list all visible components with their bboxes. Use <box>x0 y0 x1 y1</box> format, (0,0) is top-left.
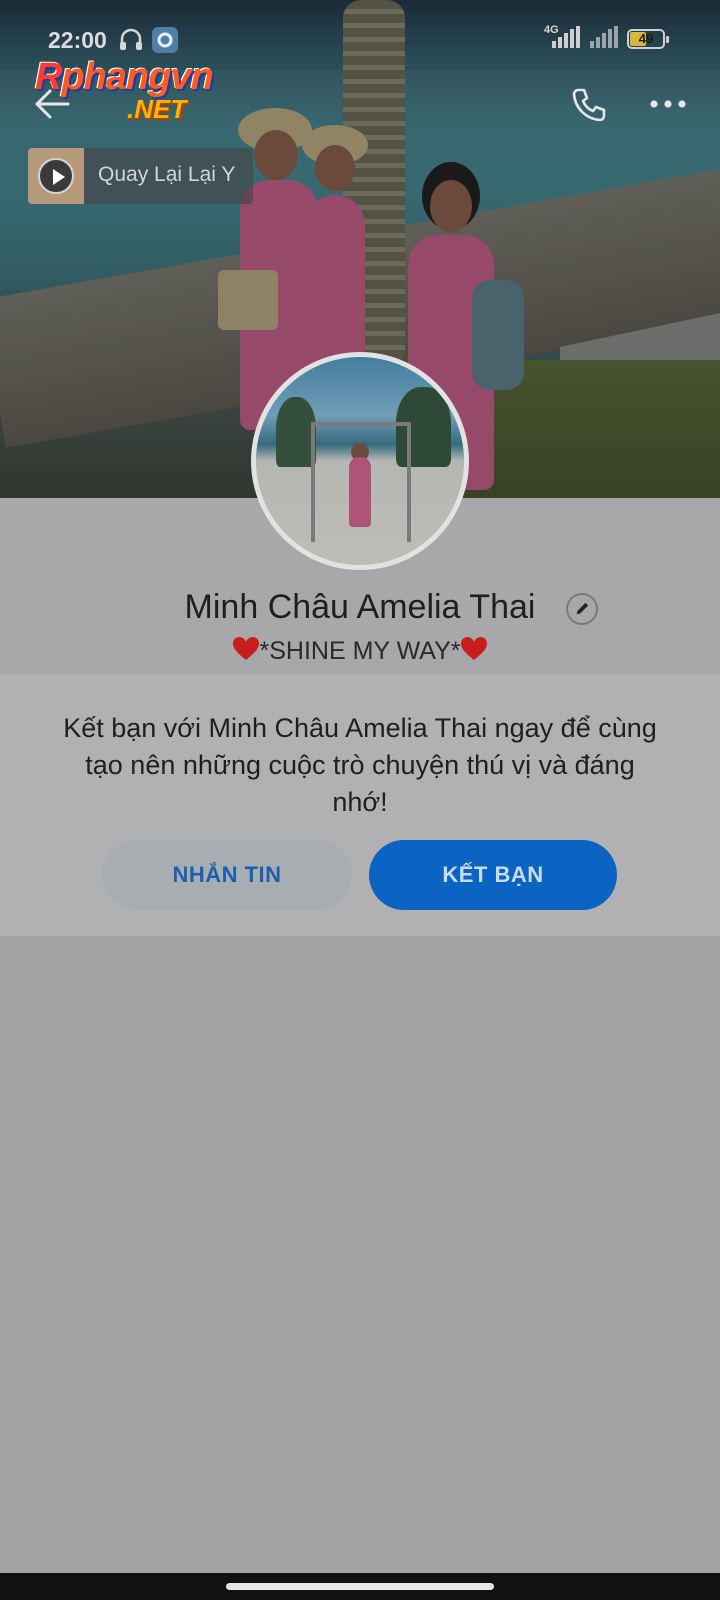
watermark-domain: .NET <box>127 94 187 124</box>
status-time: 22:00 <box>48 27 107 53</box>
friend-prompt-text: Kết bạn với Minh Châu Amelia Thai ngay đ… <box>63 713 657 817</box>
back-arrow-icon[interactable] <box>30 82 74 126</box>
heart-icon <box>461 637 488 660</box>
add-friend-button[interactable]: KẾT BẠN <box>369 840 617 910</box>
profile-status-text: *SHINE MY WAY* <box>259 637 461 665</box>
profile-name: Minh Châu Amelia Thai <box>184 588 536 626</box>
music-title: Quay Lại Lại Y <box>98 163 236 186</box>
phone-icon[interactable] <box>568 84 610 126</box>
profile-music-chip[interactable]: Quay Lại Lại Y <box>28 148 253 204</box>
battery-icon: 49 <box>627 29 669 49</box>
signal-strength-2-icon <box>590 26 618 48</box>
profile-status: *SHINE MY WAY* <box>0 636 720 666</box>
home-indicator[interactable] <box>226 1583 494 1590</box>
battery-level: 49 <box>638 31 654 46</box>
edit-pencil-icon[interactable] <box>566 593 598 625</box>
profile-avatar[interactable] <box>251 352 469 570</box>
signal-strength-icon <box>552 26 580 48</box>
avatar-dim-overlay <box>256 357 464 565</box>
more-dots-icon[interactable] <box>646 92 690 116</box>
headphone-icon <box>120 28 142 50</box>
heart-icon <box>232 637 259 660</box>
music-cover-thumb <box>28 148 84 204</box>
watermark-name: phangvn <box>61 56 213 98</box>
message-button[interactable]: NHẮN TIN <box>102 840 352 910</box>
profile-name-row: Minh Châu Amelia Thai <box>0 588 720 627</box>
play-icon[interactable] <box>38 158 74 194</box>
app-notification-icon <box>152 27 178 53</box>
